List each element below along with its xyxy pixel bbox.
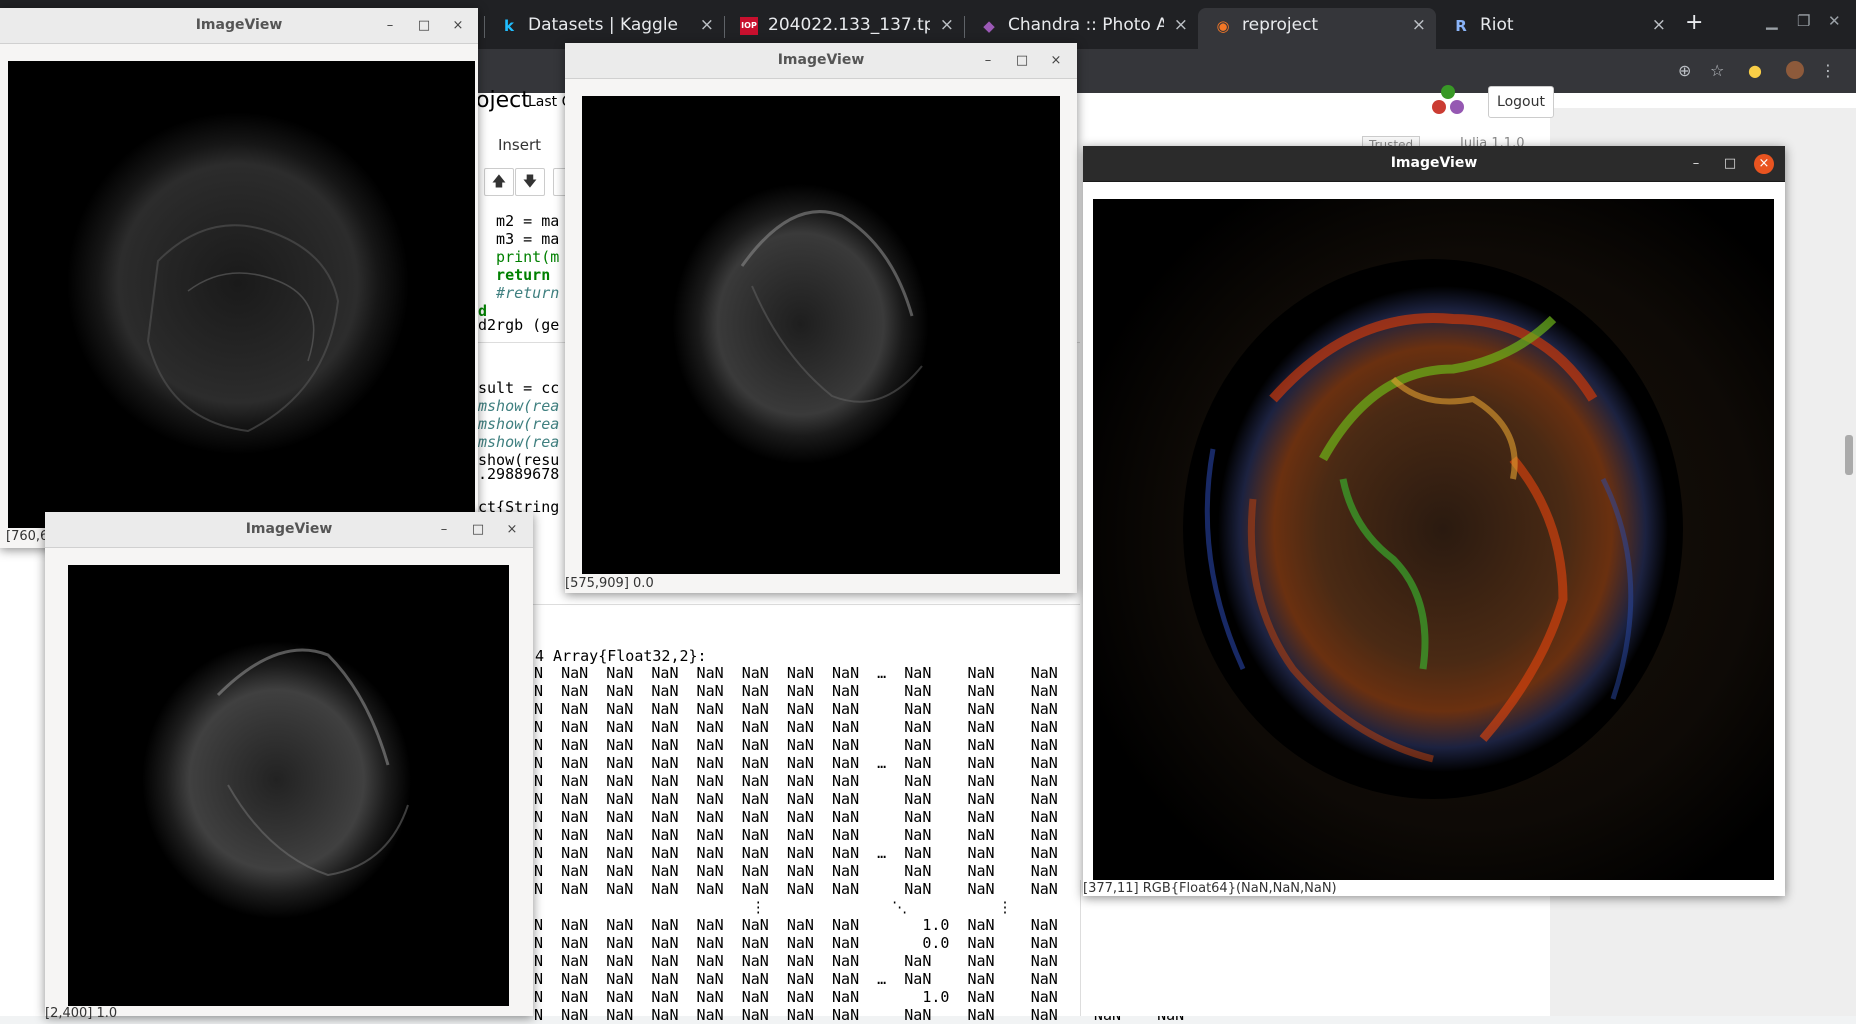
close-icon[interactable]: × [1412,8,1426,42]
restore-icon[interactable]: ❐ [1797,12,1810,30]
minimize-icon[interactable]: – [380,8,400,43]
code-line: m3 = ma [478,230,560,248]
cell-divider [476,604,1080,605]
zoom-icon[interactable]: ⊕ [1678,61,1691,80]
minimize-icon[interactable]: – [434,512,454,547]
notebook-title[interactable]: oject [476,88,530,113]
nebula-image [647,156,967,506]
function-output: d2rgb (ge [478,316,560,334]
status-readout: [377,11] RGB{Float64}(NaN,NaN,NaN) [1083,881,1337,896]
close-icon[interactable]: × [700,8,714,42]
number-output: .29889678 [478,465,560,483]
iop-icon: IOP [740,17,758,35]
minimize-icon[interactable]: – [1686,146,1706,181]
menu-insert[interactable]: Insert [498,136,541,154]
status-readout: [2,400] 1.0 [45,1006,118,1021]
window-titlebar[interactable]: ImageView – □ × [565,43,1077,79]
window-title: ImageView [245,521,333,537]
image-canvas[interactable] [582,96,1060,574]
code-line: mshow(rea [478,433,560,451]
status-readout: [760,6 [6,529,49,544]
status-readout: [575,909] 0.0 [565,576,654,591]
close-icon[interactable]: ✕ [1828,12,1841,30]
window-title: ImageView [1390,155,1478,171]
menu-icon[interactable]: ⋮ [1820,61,1836,80]
rgb-nebula-image [1093,199,1774,880]
move-up-button[interactable]: 🡅 [484,168,514,196]
imageview-window-3[interactable]: ImageView – □ × [377,11] RGB{Float64}(Na… [1083,146,1785,896]
maximize-icon[interactable]: □ [468,512,488,547]
close-icon[interactable]: × [940,8,954,42]
chandra-icon: ◆ [983,17,995,35]
maximize-icon[interactable]: □ [1012,43,1032,78]
image-canvas[interactable] [1093,199,1774,880]
code-line: mshow(rea [478,415,560,433]
logout-button[interactable]: Logout [1488,86,1554,118]
tab-reproject[interactable]: ◉ reproject × [1198,8,1436,49]
code-line: mshow(rea [478,397,560,415]
avatar[interactable] [1786,61,1804,79]
tab-title: Riot [1480,15,1514,35]
nebula-image [48,101,428,481]
riot-icon: R [1455,17,1467,35]
tab-riot[interactable]: R Riot × [1436,8,1676,49]
close-icon[interactable]: × [1174,8,1188,42]
bulb-icon[interactable]: ● [1748,61,1762,80]
code-line: print(m [478,248,560,266]
purple-dot [1450,100,1464,114]
array-header: 4 Array{Float32,2}: [535,647,707,665]
tab-title: reproject [1242,15,1319,35]
code-line: m2 = ma [478,212,560,230]
maximize-icon[interactable]: □ [414,8,434,43]
code-cell-2[interactable]: sult = cc mshow(rea mshow(rea mshow(rea show… [478,361,559,469]
close-icon[interactable]: × [1652,8,1666,42]
maximize-icon[interactable]: □ [1720,146,1740,181]
window-titlebar[interactable]: ImageView – □ × [0,8,478,44]
imageview-window-4[interactable]: ImageView – □ × [2,400] 1.0 [45,512,533,1021]
window-titlebar[interactable]: ImageView – □ × [45,512,533,548]
jupyter-icon: ◉ [1216,17,1230,35]
minimize-icon[interactable]: – [978,43,998,78]
notebook-side-panel [1080,880,1536,1016]
close-icon[interactable]: × [448,8,468,43]
tab-title: Chandra :: Photo Album : [1008,15,1164,35]
red-dot [1432,100,1446,114]
kaggle-icon: k [504,17,514,35]
window-title: ImageView [195,17,283,33]
julia-logo [1430,85,1466,119]
image-canvas[interactable] [68,565,509,1006]
window-title: ImageView [777,52,865,68]
imageview-window-2[interactable]: ImageView – □ × [575,909] 0.0 [565,43,1077,593]
code-line: #return [478,284,560,302]
image-canvas[interactable] [8,61,475,528]
move-down-button[interactable]: 🡇 [515,168,545,196]
code-cell-1[interactable]: m2 = ma m3 = ma print(m return #return d [478,194,559,320]
nebula-image [123,615,443,945]
code-line: return [478,266,560,284]
tab-title: 204022.133_137.tp [768,15,930,35]
new-tab-button[interactable]: + [1685,10,1703,35]
close-icon[interactable]: × [502,512,522,547]
code-line: sult = cc [478,379,560,397]
minimize-icon[interactable]: ▁ [1766,12,1778,30]
bookmark-star-icon[interactable]: ☆ [1710,61,1724,80]
close-icon[interactable]: × [1046,43,1066,78]
imageview-window-1[interactable]: ImageView – □ × [760,6 [0,8,478,548]
green-dot [1441,85,1455,99]
tab-title: Datasets | Kaggle [528,15,678,35]
window-titlebar[interactable]: ImageView – □ × [1083,146,1785,182]
scrollbar-thumb[interactable] [1845,435,1853,475]
close-icon[interactable]: × [1754,154,1774,174]
